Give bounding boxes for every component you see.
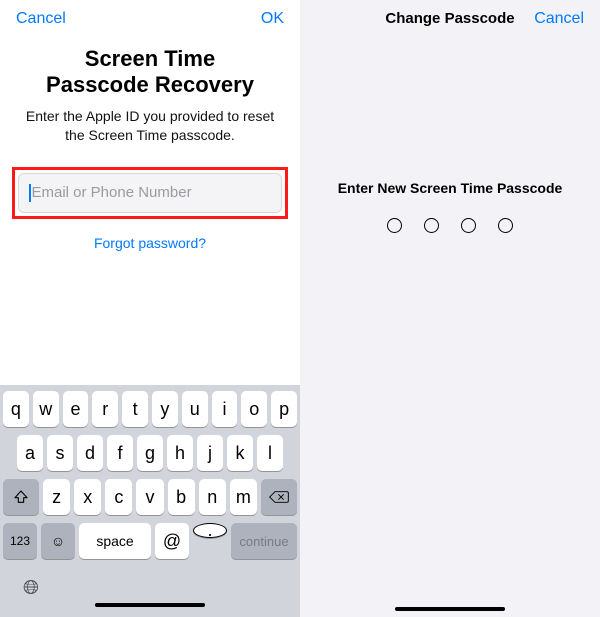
page-subtitle: Enter the Apple ID you provided to reset… <box>22 107 278 145</box>
passcode-prompt-label: Enter New Screen Time Passcode <box>300 180 600 196</box>
key-o[interactable]: o <box>241 391 267 427</box>
key-s[interactable]: s <box>47 435 73 471</box>
key-q[interactable]: q <box>3 391 29 427</box>
key-d[interactable]: d <box>77 435 103 471</box>
key-l[interactable]: l <box>257 435 283 471</box>
passcode-dot <box>461 218 476 233</box>
emoji-key[interactable]: ☺ <box>41 523 75 559</box>
key-g[interactable]: g <box>137 435 163 471</box>
forgot-password-row: Forgot password? <box>0 235 300 253</box>
key-i[interactable]: i <box>212 391 238 427</box>
cancel-button[interactable]: Cancel <box>534 10 584 28</box>
numbers-key[interactable]: 123 <box>3 523 37 559</box>
software-keyboard: q w e r t y u i o p a s d f g h j k l z <box>0 385 300 617</box>
at-key[interactable]: @ <box>155 523 189 559</box>
key-t[interactable]: t <box>122 391 148 427</box>
emoji-icon: ☺ <box>51 533 65 549</box>
passcode-prompt: Enter New Screen Time Passcode <box>300 180 600 233</box>
nav-bar: Change Passcode Cancel <box>300 0 600 35</box>
keyboard-row-2: a s d f g h j k l <box>3 435 297 471</box>
key-j[interactable]: j <box>197 435 223 471</box>
nav-bar: Cancel OK <box>0 0 300 36</box>
key-v[interactable]: v <box>136 479 163 515</box>
key-f[interactable]: f <box>107 435 133 471</box>
key-w[interactable]: w <box>33 391 59 427</box>
forgot-password-link[interactable]: Forgot password? <box>94 235 206 251</box>
passcode-dot <box>498 218 513 233</box>
key-m[interactable]: m <box>230 479 257 515</box>
text-caret <box>29 184 31 202</box>
home-indicator[interactable] <box>95 603 205 607</box>
key-k[interactable]: k <box>227 435 253 471</box>
key-n[interactable]: n <box>199 479 226 515</box>
input-placeholder: Email or Phone Number <box>32 184 192 201</box>
key-b[interactable]: b <box>168 479 195 515</box>
ok-button[interactable]: OK <box>261 10 284 28</box>
backspace-key[interactable] <box>261 479 297 515</box>
nav-title: Change Passcode <box>385 10 514 27</box>
key-x[interactable]: x <box>74 479 101 515</box>
cancel-button[interactable]: Cancel <box>16 10 66 28</box>
key-u[interactable]: u <box>182 391 208 427</box>
keyboard-row-4: 123 ☺ space @ . continue <box>3 523 297 559</box>
passcode-dot <box>424 218 439 233</box>
key-r[interactable]: r <box>92 391 118 427</box>
continue-key[interactable]: continue <box>231 523 297 559</box>
key-a[interactable]: a <box>17 435 43 471</box>
key-z[interactable]: z <box>43 479 70 515</box>
shift-icon <box>13 489 29 505</box>
apple-id-input[interactable]: Email or Phone Number <box>18 173 282 213</box>
shift-key[interactable] <box>3 479 39 515</box>
home-indicator[interactable] <box>395 607 505 611</box>
page-title: Screen Time Passcode Recovery <box>22 46 278 99</box>
globe-icon[interactable]: 🌐︎ <box>23 577 39 600</box>
key-y[interactable]: y <box>152 391 178 427</box>
keyboard-row-3: z x c v b n m <box>3 479 297 515</box>
change-passcode-screen: Change Passcode Cancel Enter New Screen … <box>300 0 600 617</box>
key-p[interactable]: p <box>271 391 297 427</box>
backspace-icon <box>268 489 290 505</box>
space-key[interactable]: space <box>79 523 151 559</box>
hero-section: Screen Time Passcode Recovery Enter the … <box>0 36 300 145</box>
key-c[interactable]: c <box>105 479 132 515</box>
passcode-dots <box>300 218 600 233</box>
key-e[interactable]: e <box>63 391 89 427</box>
keyboard-row-1: q w e r t y u i o p <box>3 391 297 427</box>
dot-key[interactable]: . <box>193 523 227 538</box>
key-h[interactable]: h <box>167 435 193 471</box>
passcode-dot <box>387 218 402 233</box>
screen-time-recovery-modal: Cancel OK Screen Time Passcode Recovery … <box>0 0 300 617</box>
keyboard-bottom-bar: 🌐︎ <box>3 567 297 613</box>
highlighted-input-wrapper: Email or Phone Number <box>12 167 288 219</box>
